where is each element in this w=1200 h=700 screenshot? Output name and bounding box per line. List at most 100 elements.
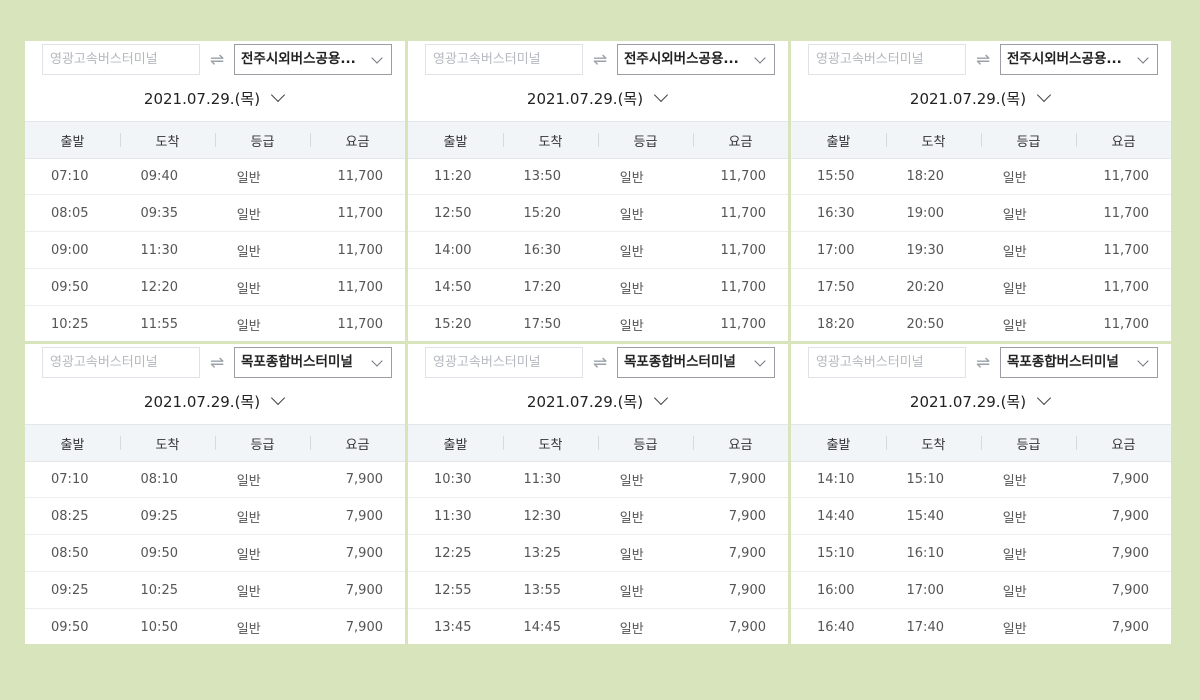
date-picker[interactable]: 2021.07.29.(목) (25, 388, 405, 414)
arrival-terminal-select[interactable]: 전주시외버스공용... (234, 44, 392, 75)
date-label: 2021.07.29.(목) (909, 392, 1027, 411)
table-row[interactable]: 15:20 17:50 일반 11,700 (408, 306, 788, 341)
grade: 일반 (619, 547, 644, 563)
route-selector: 영광고속버스터미널 ⇌ 전주시외버스공용... (425, 44, 775, 75)
date-picker[interactable]: 2021.07.29.(목) (25, 85, 405, 111)
table-row[interactable]: 15:10 16:10 일반 7,900 (791, 535, 1171, 572)
departure-time: 08:05 (51, 205, 89, 221)
swap-icon[interactable]: ⇌ (583, 347, 617, 378)
departure-time: 11:30 (434, 508, 472, 524)
arrival-terminal-select[interactable]: 전주시외버스공용... (617, 44, 775, 75)
arrival-time: 17:50 (523, 316, 561, 332)
date-picker[interactable]: 2021.07.29.(목) (791, 85, 1171, 111)
header-arrival: 도착 (503, 425, 598, 461)
table-row[interactable]: 14:40 15:40 일반 7,900 (791, 498, 1171, 535)
table-row[interactable]: 10:25 11:55 일반 11,700 (25, 306, 405, 341)
departure-time: 08:25 (51, 508, 89, 524)
grade: 일반 (236, 244, 261, 260)
table-row[interactable]: 09:00 11:30 일반 11,700 (25, 232, 405, 269)
arrival-time: 19:30 (906, 242, 944, 258)
departure-terminal-input[interactable]: 영광고속버스터미널 (808, 44, 966, 75)
fare: 11,700 (1103, 316, 1150, 332)
table-row[interactable]: 11:20 13:50 일반 11,700 (408, 158, 788, 195)
table-row[interactable]: 12:25 13:25 일반 7,900 (408, 535, 788, 572)
swap-icon[interactable]: ⇌ (966, 44, 1000, 75)
table-row[interactable]: 07:10 09:40 일반 11,700 (25, 158, 405, 195)
table-row[interactable]: 16:30 19:00 일반 11,700 (791, 195, 1171, 232)
table-header: 출발 도착 등급 요금 (408, 121, 788, 159)
table-row[interactable]: 09:25 10:25 일반 7,900 (25, 572, 405, 609)
schedule-panel: 영광고속버스터미널 ⇌ 목포종합버스터미널 2021.07.29.(목) 출발 … (791, 344, 1171, 644)
departure-terminal-input[interactable]: 영광고속버스터미널 (42, 347, 200, 378)
date-picker[interactable]: 2021.07.29.(목) (408, 85, 788, 111)
table-row[interactable]: 10:30 11:30 일반 7,900 (408, 461, 788, 498)
table-row[interactable]: 11:30 12:30 일반 7,900 (408, 498, 788, 535)
header-fare: 요금 (1076, 122, 1171, 158)
swap-icon[interactable]: ⇌ (966, 347, 1000, 378)
schedule-panel: 영광고속버스터미널 ⇌ 목포종합버스터미널 2021.07.29.(목) 출발 … (25, 344, 405, 644)
arrival-time: 17:20 (523, 279, 561, 295)
fare: 11,700 (720, 242, 767, 258)
grade: 일반 (619, 207, 644, 223)
table-row[interactable]: 15:50 18:20 일반 11,700 (791, 158, 1171, 195)
grade: 일반 (619, 281, 644, 297)
grade: 일반 (1002, 170, 1027, 186)
table-row[interactable]: 08:50 09:50 일반 7,900 (25, 535, 405, 572)
fare: 7,900 (728, 582, 766, 598)
fare: 7,900 (728, 545, 766, 561)
departure-time: 10:25 (51, 316, 89, 332)
table-row[interactable]: 09:50 12:20 일반 11,700 (25, 269, 405, 306)
fare: 11,700 (337, 242, 384, 258)
departure-terminal-input[interactable]: 영광고속버스터미널 (425, 44, 583, 75)
arrival-time: 15:20 (523, 205, 561, 221)
table-body: 10:30 11:30 일반 7,900 11:30 12:30 일반 7,90… (408, 461, 788, 644)
table-header: 출발 도착 등급 요금 (408, 424, 788, 462)
table-row[interactable]: 08:25 09:25 일반 7,900 (25, 498, 405, 535)
swap-icon[interactable]: ⇌ (200, 44, 234, 75)
arrival-time: 12:20 (140, 279, 178, 295)
table-row[interactable]: 17:50 20:20 일반 11,700 (791, 269, 1171, 306)
fare: 11,700 (337, 279, 384, 295)
date-picker[interactable]: 2021.07.29.(목) (408, 388, 788, 414)
schedule-panel: 영광고속버스터미널 ⇌ 전주시외버스공용... 2021.07.29.(목) 출… (408, 41, 788, 341)
table-row[interactable]: 14:10 15:10 일반 7,900 (791, 461, 1171, 498)
table-body: 15:50 18:20 일반 11,700 16:30 19:00 일반 11,… (791, 158, 1171, 341)
table-row[interactable]: 14:50 17:20 일반 11,700 (408, 269, 788, 306)
arrival-terminal-select[interactable]: 목포종합버스터미널 (617, 347, 775, 378)
swap-icon[interactable]: ⇌ (200, 347, 234, 378)
table-row[interactable]: 16:40 17:40 일반 7,900 (791, 609, 1171, 644)
arrival-time: 13:50 (523, 168, 561, 184)
table-row[interactable]: 12:55 13:55 일반 7,900 (408, 572, 788, 609)
fare: 7,900 (1111, 508, 1149, 524)
table-row[interactable]: 16:00 17:00 일반 7,900 (791, 572, 1171, 609)
departure-terminal-input[interactable]: 영광고속버스터미널 (808, 347, 966, 378)
table-row[interactable]: 13:45 14:45 일반 7,900 (408, 609, 788, 644)
fare: 7,900 (1111, 582, 1149, 598)
header-arrival: 도착 (120, 122, 215, 158)
date-picker[interactable]: 2021.07.29.(목) (791, 388, 1171, 414)
departure-time: 14:00 (434, 242, 472, 258)
table-row[interactable]: 18:20 20:50 일반 11,700 (791, 306, 1171, 341)
arrival-time: 11:30 (140, 242, 178, 258)
table-row[interactable]: 12:50 15:20 일반 11,700 (408, 195, 788, 232)
departure-time: 14:40 (817, 508, 855, 524)
table-row[interactable]: 14:00 16:30 일반 11,700 (408, 232, 788, 269)
departure-terminal-input[interactable]: 영광고속버스터미널 (42, 44, 200, 75)
grade: 일반 (1002, 473, 1027, 489)
swap-icon[interactable]: ⇌ (583, 44, 617, 75)
departure-time: 12:50 (434, 205, 472, 221)
arrival-terminal-select[interactable]: 전주시외버스공용... (1000, 44, 1158, 75)
table-row[interactable]: 08:05 09:35 일반 11,700 (25, 195, 405, 232)
departure-time: 17:50 (817, 279, 855, 295)
table-body: 11:20 13:50 일반 11,700 12:50 15:20 일반 11,… (408, 158, 788, 341)
departure-time: 08:50 (51, 545, 89, 561)
table-row[interactable]: 07:10 08:10 일반 7,900 (25, 461, 405, 498)
arrival-terminal-label: 목포종합버스터미널 (624, 354, 736, 370)
table-row[interactable]: 17:00 19:30 일반 11,700 (791, 232, 1171, 269)
table-row[interactable]: 09:50 10:50 일반 7,900 (25, 609, 405, 644)
arrival-terminal-label: 전주시외버스공용... (241, 51, 356, 67)
fare: 11,700 (1103, 279, 1150, 295)
departure-terminal-input[interactable]: 영광고속버스터미널 (425, 347, 583, 378)
arrival-terminal-select[interactable]: 목포종합버스터미널 (1000, 347, 1158, 378)
arrival-terminal-select[interactable]: 목포종합버스터미널 (234, 347, 392, 378)
